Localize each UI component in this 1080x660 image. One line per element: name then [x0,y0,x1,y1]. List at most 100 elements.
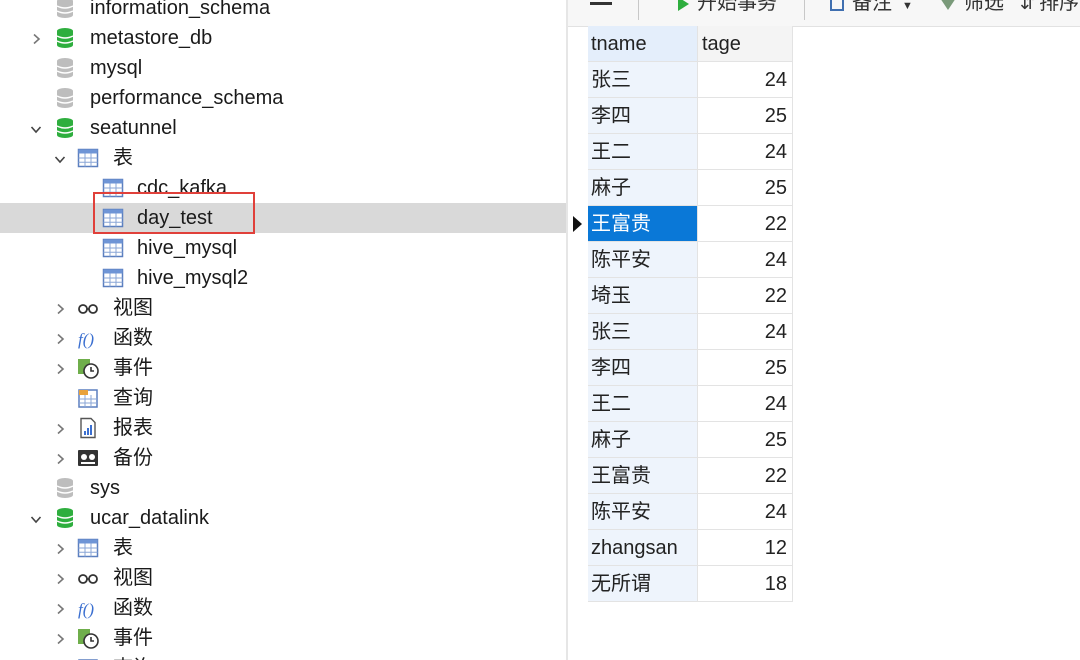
cell-tage[interactable]: 25 [698,98,793,134]
tree-item-label: information_schema [90,0,271,19]
cell-tname[interactable]: 无所谓 [588,566,698,602]
tree-item-label: 事件 [113,357,153,379]
event-icon [76,356,100,380]
tree-item[interactable]: performance_schema [0,83,566,113]
table-icon [76,536,100,560]
backup-icon [76,446,100,470]
cell-tage[interactable]: 25 [698,422,793,458]
database-icon [53,56,77,80]
report-icon [76,416,100,440]
toolbar: 开始事务 备注 ▼ 筛选 ⇵ 排序 [568,0,1080,27]
sort-label: 排序 [1039,0,1080,14]
cell-tage[interactable]: 25 [698,350,793,386]
cell-tage[interactable]: 18 [698,566,793,602]
current-row-indicator-icon [573,216,582,232]
cell-tage[interactable]: 24 [698,314,793,350]
database-icon [53,86,77,110]
tree-item[interactable]: 报表 [0,413,566,443]
toolbar-separator [638,0,639,20]
cell-tage[interactable]: 24 [698,494,793,530]
cell-tname[interactable]: 王富贵 [588,458,698,494]
tree-item[interactable]: hive_mysql2 [0,263,566,293]
view-icon [76,566,100,590]
tree-item[interactable]: hive_mysql [0,233,566,263]
chevron-right-icon[interactable] [52,323,68,353]
cell-tname[interactable]: 张三 [588,62,698,98]
cell-tage[interactable]: 24 [698,62,793,98]
column-header-tage[interactable]: tage [698,26,793,62]
cell-tname[interactable]: 王二 [588,134,698,170]
memo-button[interactable]: 备注 ▼ [830,0,913,18]
filter-button[interactable]: 筛选 [940,0,1004,15]
cell-tage[interactable]: 12 [698,530,793,566]
tree-item[interactable]: metastore_db [0,23,566,53]
cell-tage[interactable]: 22 [698,458,793,494]
cell-tage[interactable]: 25 [698,170,793,206]
chevron-right-icon[interactable] [52,353,68,383]
tree-item-label: 查询 [113,656,153,660]
cell-tname[interactable]: 麻子 [588,422,698,458]
tree-item[interactable]: day_test [0,203,566,233]
tree-item[interactable]: f() 函数 [0,323,566,353]
navigation-tree: information_schema metastore_db mysql perfo… [0,0,566,660]
svg-text:f(): f() [78,600,94,619]
tree-item[interactable]: sys [0,473,566,503]
filter-label: 筛选 [964,0,1004,14]
tree-item[interactable]: mysql [0,53,566,83]
tree-item[interactable]: 备份 [0,443,566,473]
cell-tname[interactable]: 陈平安 [588,494,698,530]
dropdown-arrow-icon[interactable]: ▼ [902,0,913,12]
tree-item-label: 事件 [113,627,153,649]
tree-item[interactable]: 事件 [0,623,566,653]
chevron-right-icon[interactable] [52,653,68,660]
tree-item[interactable]: cdc_kafka [0,173,566,203]
tree-item[interactable]: 视图 [0,293,566,323]
cell-tname[interactable]: zhangsan [588,530,698,566]
tree-item[interactable]: f() 函数 [0,593,566,623]
tree-item[interactable]: 事件 [0,353,566,383]
tree-item[interactable]: 表 [0,143,566,173]
cell-tage[interactable]: 24 [698,386,793,422]
chevron-right-icon[interactable] [52,443,68,473]
chevron-right-icon[interactable] [52,293,68,323]
tree-item-label: sys [90,477,120,499]
toolbar-separator [804,0,805,20]
tree-item[interactable]: information_schema [0,0,566,23]
cell-tname[interactable]: 麻子 [588,170,698,206]
tree-item[interactable]: ucar_datalink [0,503,566,533]
cell-tage[interactable]: 22 [698,278,793,314]
chevron-right-icon[interactable] [52,533,68,563]
tree-item[interactable]: seatunnel [0,113,566,143]
cell-tname[interactable]: 陈平安 [588,242,698,278]
table-icon [76,146,100,170]
tree-item[interactable]: 查询 [0,383,566,413]
cell-tage[interactable]: 24 [698,134,793,170]
chevron-right-icon[interactable] [52,413,68,443]
cell-tname[interactable]: 李四 [588,350,698,386]
cell-tage[interactable]: 22 [698,206,793,242]
chevron-right-icon[interactable] [52,593,68,623]
column-header-tname[interactable]: tname [588,26,698,62]
chevron-down-icon[interactable] [28,113,44,143]
chevron-right-icon[interactable] [28,23,44,53]
tree-item-label: 备份 [113,447,153,469]
sort-button[interactable]: ⇵ 排序 [1020,0,1079,15]
chevron-down-icon[interactable] [52,143,68,173]
cell-tname[interactable]: 王富贵 [588,206,698,242]
chevron-right-icon[interactable] [52,563,68,593]
cell-tname[interactable]: 王二 [588,386,698,422]
chevron-down-icon[interactable] [28,503,44,533]
cell-tname[interactable]: 李四 [588,98,698,134]
svg-text:f(): f() [78,330,94,349]
tree-item[interactable]: 视图 [0,563,566,593]
tree-item[interactable]: 表 [0,533,566,563]
chevron-right-icon[interactable] [52,623,68,653]
tree-item-label: 函数 [113,597,153,619]
begin-transaction-button[interactable]: 开始事务 [678,0,777,15]
cell-tage[interactable]: 24 [698,242,793,278]
tree-item[interactable]: 查询 [0,653,566,660]
cell-tname[interactable]: 张三 [588,314,698,350]
function-icon: f() [76,596,100,620]
cell-tname[interactable]: 埼玉 [588,278,698,314]
menu-icon[interactable] [590,0,612,15]
